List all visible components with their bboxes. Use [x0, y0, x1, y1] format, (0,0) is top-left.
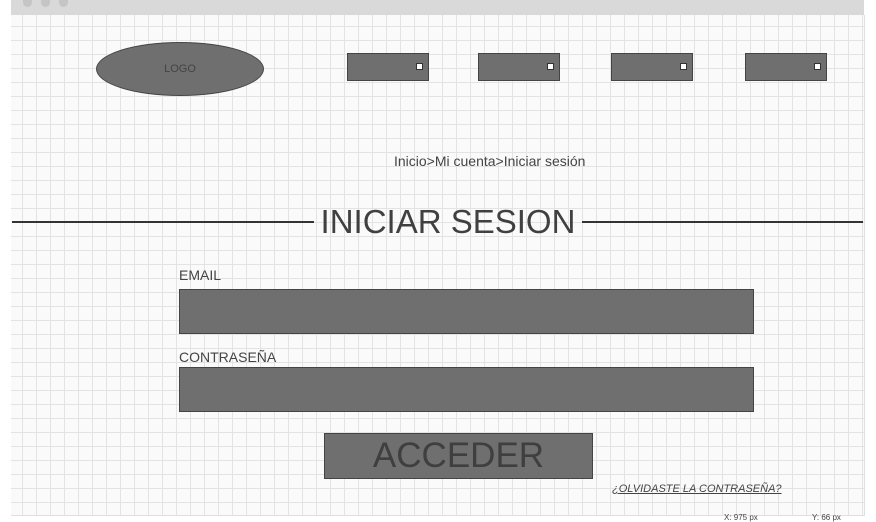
nav-item-2[interactable]	[478, 53, 560, 81]
cursor-x-readout: X: 975 px	[724, 513, 758, 522]
email-field[interactable]	[179, 289, 754, 334]
logo-text: LOGO	[164, 63, 196, 75]
password-field[interactable]	[179, 367, 754, 412]
checkbox-icon	[416, 63, 423, 70]
breadcrumb[interactable]: Inicio>Mi cuenta>Iniciar sesión	[394, 153, 585, 169]
window-maximize-icon[interactable]	[59, 0, 68, 7]
nav-item-4[interactable]	[745, 53, 827, 81]
checkbox-icon	[680, 63, 687, 70]
cursor-y-readout: Y: 66 px	[812, 513, 841, 522]
checkbox-icon	[547, 63, 554, 70]
title-divider-right	[582, 221, 863, 223]
email-label: EMAIL	[179, 267, 222, 283]
page-title: INICIAR SESION	[320, 203, 576, 240]
nav-item-1[interactable]	[347, 53, 429, 81]
title-divider-left	[12, 221, 314, 223]
window-titlebar	[11, 0, 864, 15]
password-label: CONTRASEÑA	[179, 349, 277, 365]
logo[interactable]: LOGO	[96, 42, 264, 96]
forgot-password-link[interactable]: ¿OLVIDASTE LA CONTRASEÑA?	[612, 483, 782, 495]
window-close-icon[interactable]	[23, 0, 32, 7]
nav-item-3[interactable]	[611, 53, 693, 81]
submit-button[interactable]: ACCEDER	[324, 433, 593, 479]
checkbox-icon	[814, 63, 821, 70]
window-minimize-icon[interactable]	[41, 0, 50, 7]
